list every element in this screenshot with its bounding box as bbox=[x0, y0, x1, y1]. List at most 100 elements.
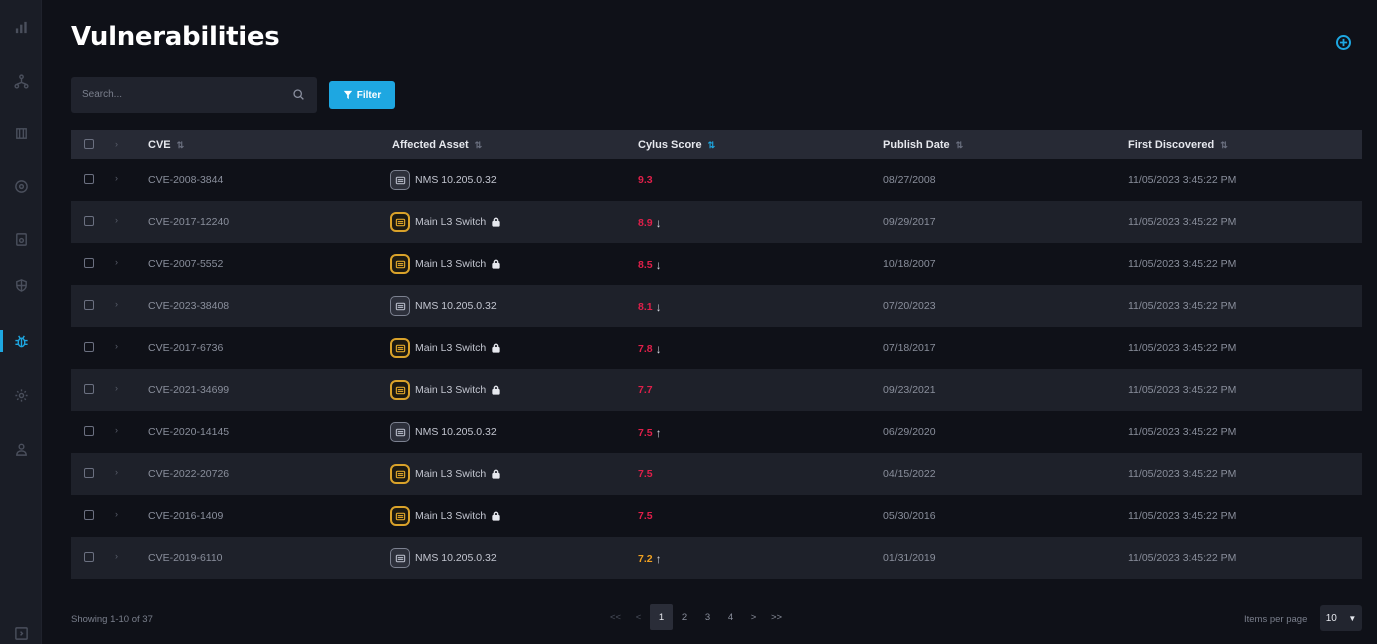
affected-asset[interactable]: Main L3 Switch bbox=[390, 464, 501, 484]
first-discovered: 11/05/2023 3:45:22 PM bbox=[1128, 342, 1237, 354]
table-row[interactable]: › CVE-2023-38408 NMS 10.205.0.32 8.1 ↓ 0… bbox=[71, 285, 1362, 327]
affected-asset[interactable]: Main L3 Switch bbox=[390, 338, 501, 358]
expand-row-chevron-icon[interactable]: › bbox=[115, 257, 118, 267]
cve-id[interactable]: CVE-2022-20726 bbox=[148, 468, 229, 480]
row-checkbox[interactable] bbox=[84, 216, 94, 226]
table-row[interactable]: › CVE-2008-3844 NMS 10.205.0.32 9.3 08/2… bbox=[71, 159, 1362, 201]
affected-asset[interactable]: NMS 10.205.0.32 bbox=[390, 296, 497, 316]
dashboard-icon[interactable] bbox=[0, 12, 42, 42]
row-checkbox[interactable] bbox=[84, 342, 94, 352]
first-discovered: 11/05/2023 3:45:22 PM bbox=[1128, 426, 1237, 438]
add-circle-icon[interactable] bbox=[1336, 35, 1351, 50]
sort-icon: ⇅ bbox=[474, 139, 482, 150]
expand-row-chevron-icon[interactable]: › bbox=[115, 299, 118, 309]
arrow-down-icon: ↓ bbox=[655, 300, 662, 314]
protection-icon[interactable] bbox=[0, 270, 42, 300]
col-cylus-score[interactable]: Cylus Score ⇅ bbox=[638, 139, 715, 151]
cve-id[interactable]: CVE-2007-5552 bbox=[148, 258, 223, 270]
table-row[interactable]: › CVE-2019-6110 NMS 10.205.0.32 7.2 ↑ 01… bbox=[71, 537, 1362, 579]
table-row[interactable]: › CVE-2020-14145 NMS 10.205.0.32 7.5 ↑ 0… bbox=[71, 411, 1362, 453]
users-icon[interactable] bbox=[0, 434, 42, 464]
assets-icon[interactable] bbox=[0, 118, 42, 148]
cylus-score: 7.5 ↑ bbox=[638, 426, 662, 440]
affected-asset[interactable]: Main L3 Switch bbox=[390, 380, 501, 400]
affected-asset[interactable]: NMS 10.205.0.32 bbox=[390, 170, 497, 190]
select-all-checkbox[interactable] bbox=[84, 139, 94, 149]
expand-row-chevron-icon[interactable]: › bbox=[115, 467, 118, 477]
cve-id[interactable]: CVE-2016-1409 bbox=[148, 510, 223, 522]
cve-id[interactable]: CVE-2021-34699 bbox=[148, 384, 229, 396]
sidebar bbox=[0, 0, 42, 644]
table-row[interactable]: › CVE-2016-1409 Main L3 Switch 7.5 05/30… bbox=[71, 495, 1362, 537]
expand-all-chevron-icon[interactable]: › bbox=[115, 139, 118, 149]
last-page-button[interactable]: >> bbox=[765, 604, 788, 630]
expand-row-chevron-icon[interactable]: › bbox=[115, 509, 118, 519]
switch-icon bbox=[390, 212, 410, 232]
expand-row-chevron-icon[interactable]: › bbox=[115, 551, 118, 561]
row-checkbox[interactable] bbox=[84, 174, 94, 184]
prev-page-button[interactable]: < bbox=[627, 604, 650, 630]
arrow-down-icon: ↓ bbox=[655, 342, 662, 356]
affected-asset[interactable]: NMS 10.205.0.32 bbox=[390, 422, 497, 442]
cve-id[interactable]: CVE-2017-6736 bbox=[148, 342, 223, 354]
page-3-button[interactable]: 3 bbox=[696, 604, 719, 630]
row-checkbox[interactable] bbox=[84, 258, 94, 268]
arrow-down-icon: ↓ bbox=[655, 258, 662, 272]
search-input[interactable]: Search... bbox=[71, 77, 317, 113]
expand-row-chevron-icon[interactable]: › bbox=[115, 425, 118, 435]
filter-label: Filter bbox=[356, 89, 382, 101]
collapse-sidebar-icon[interactable] bbox=[0, 618, 42, 644]
table-row[interactable]: › CVE-2017-12240 Main L3 Switch 8.9 ↓ 09… bbox=[71, 201, 1362, 243]
settings-gear-icon[interactable] bbox=[0, 380, 42, 410]
publish-date: 05/30/2016 bbox=[883, 510, 936, 522]
asset-name: Main L3 Switch bbox=[415, 468, 487, 480]
cve-id[interactable]: CVE-2008-3844 bbox=[148, 174, 223, 186]
first-page-button[interactable]: << bbox=[604, 604, 627, 630]
table-row[interactable]: › CVE-2021-34699 Main L3 Switch 7.7 09/2… bbox=[71, 369, 1362, 411]
cve-id[interactable]: CVE-2019-6110 bbox=[148, 552, 223, 564]
affected-asset[interactable]: Main L3 Switch bbox=[390, 212, 501, 232]
page-2-button[interactable]: 2 bbox=[673, 604, 696, 630]
topology-icon[interactable] bbox=[0, 66, 42, 96]
row-checkbox[interactable] bbox=[84, 300, 94, 310]
next-page-button[interactable]: > bbox=[742, 604, 765, 630]
cve-id[interactable]: CVE-2020-14145 bbox=[148, 426, 229, 438]
col-first-discovered[interactable]: First Discovered ⇅ bbox=[1128, 139, 1228, 151]
sort-icon: ⇅ bbox=[955, 139, 963, 150]
table-row[interactable]: › CVE-2007-5552 Main L3 Switch 8.5 ↓ 10/… bbox=[71, 243, 1362, 285]
page-4-button[interactable]: 4 bbox=[719, 604, 742, 630]
items-per-page-select[interactable]: 10 ▼ bbox=[1320, 605, 1362, 631]
row-checkbox[interactable] bbox=[84, 426, 94, 436]
reports-icon[interactable] bbox=[0, 224, 42, 254]
vulnerabilities-bug-icon[interactable] bbox=[0, 326, 42, 356]
threats-icon[interactable] bbox=[0, 171, 42, 201]
first-discovered: 11/05/2023 3:45:22 PM bbox=[1128, 216, 1237, 228]
affected-asset[interactable]: NMS 10.205.0.32 bbox=[390, 548, 497, 568]
affected-asset[interactable]: Main L3 Switch bbox=[390, 254, 501, 274]
cylus-score: 7.2 ↑ bbox=[638, 552, 662, 566]
row-checkbox[interactable] bbox=[84, 384, 94, 394]
table-body: › CVE-2008-3844 NMS 10.205.0.32 9.3 08/2… bbox=[71, 159, 1362, 579]
cve-id[interactable]: CVE-2023-38408 bbox=[148, 300, 229, 312]
expand-row-chevron-icon[interactable]: › bbox=[115, 215, 118, 225]
col-publish-date[interactable]: Publish Date ⇅ bbox=[883, 139, 963, 151]
affected-asset[interactable]: Main L3 Switch bbox=[390, 506, 501, 526]
expand-row-chevron-icon[interactable]: › bbox=[115, 341, 118, 351]
table-row[interactable]: › CVE-2017-6736 Main L3 Switch 7.8 ↓ 07/… bbox=[71, 327, 1362, 369]
server-icon bbox=[390, 170, 410, 190]
table-row[interactable]: › CVE-2022-20726 Main L3 Switch 7.5 04/1… bbox=[71, 453, 1362, 495]
row-checkbox[interactable] bbox=[84, 552, 94, 562]
cve-id[interactable]: CVE-2017-12240 bbox=[148, 216, 229, 228]
expand-row-chevron-icon[interactable]: › bbox=[115, 383, 118, 393]
publish-date: 07/18/2017 bbox=[883, 342, 936, 354]
row-checkbox[interactable] bbox=[84, 510, 94, 520]
filter-button[interactable]: Filter bbox=[329, 81, 395, 109]
col-affected-asset[interactable]: Affected Asset ⇅ bbox=[392, 139, 482, 151]
cylus-score: 8.9 ↓ bbox=[638, 216, 662, 230]
filter-icon bbox=[343, 90, 352, 100]
page-1-button[interactable]: 1 bbox=[650, 604, 673, 630]
col-cve[interactable]: CVE ⇅ bbox=[148, 139, 184, 151]
asset-name: Main L3 Switch bbox=[415, 258, 487, 270]
row-checkbox[interactable] bbox=[84, 468, 94, 478]
expand-row-chevron-icon[interactable]: › bbox=[115, 173, 118, 183]
